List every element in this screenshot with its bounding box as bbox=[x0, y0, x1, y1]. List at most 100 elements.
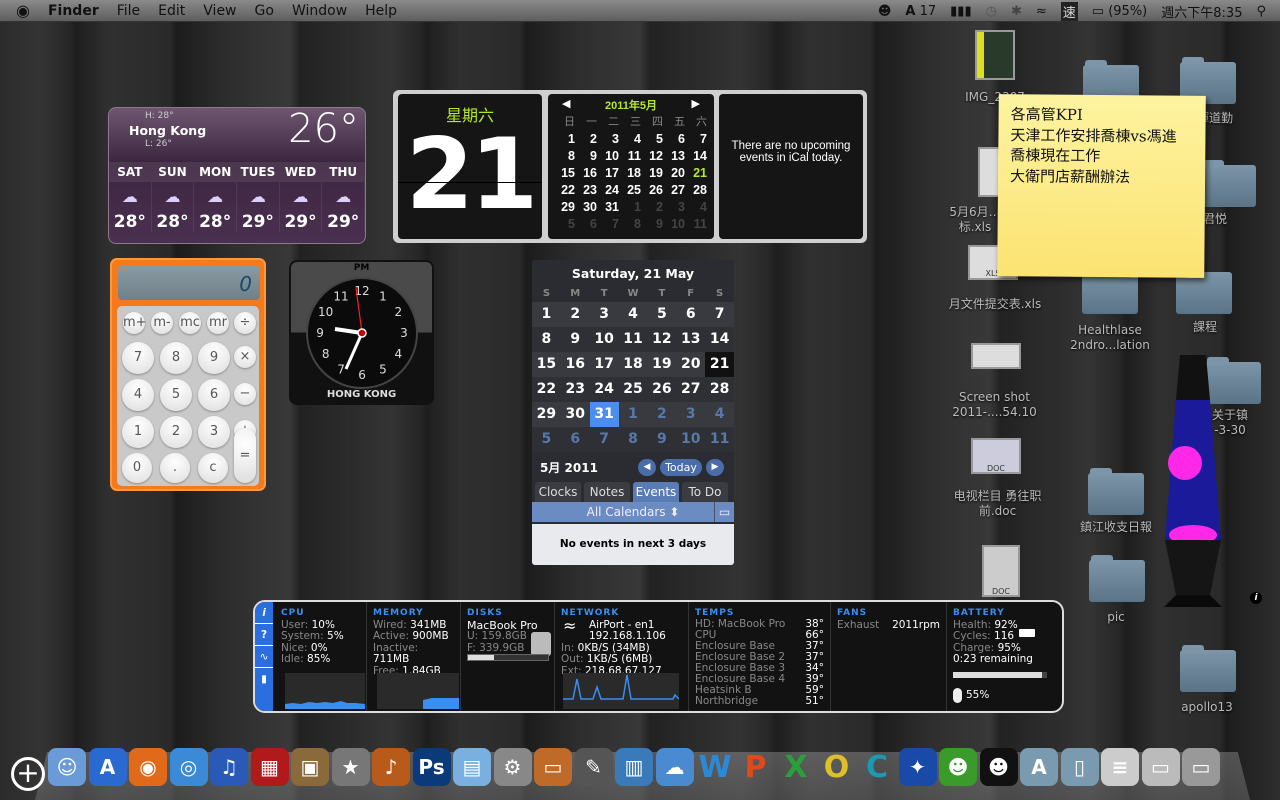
dock-itunes-icon[interactable]: ♫ bbox=[210, 748, 248, 786]
calendar-day[interactable]: 5 bbox=[554, 216, 576, 233]
doc-file-icon[interactable]: DOC bbox=[982, 545, 1020, 597]
calendar-day[interactable]: 21 bbox=[686, 165, 708, 182]
calendar-day[interactable]: 15 bbox=[532, 352, 561, 377]
dock-script-editor-icon[interactable]: ✎ bbox=[574, 748, 613, 786]
calendar-day[interactable]: 24 bbox=[589, 377, 619, 402]
calendar-day[interactable]: 4 bbox=[620, 131, 642, 148]
spotlight-search-icon[interactable]: ⚲ bbox=[1256, 4, 1266, 19]
calendar-day[interactable]: 12 bbox=[647, 327, 677, 352]
info-button[interactable]: i bbox=[255, 602, 273, 624]
calendar-day[interactable]: 4 bbox=[686, 199, 708, 216]
calendar-day[interactable]: 7 bbox=[686, 131, 708, 148]
desktop-icon-label[interactable]: 月文件提交表.xls bbox=[940, 297, 1050, 312]
folder-icon[interactable] bbox=[1200, 160, 1256, 207]
calendar-day[interactable]: 7 bbox=[598, 216, 620, 233]
calendar-day[interactable]: 5 bbox=[532, 427, 561, 452]
dock-powerpoint-icon[interactable]: P bbox=[737, 748, 775, 786]
calendar-day[interactable]: 11 bbox=[618, 327, 648, 352]
calendar-day[interactable]: 10 bbox=[598, 148, 620, 165]
calc-key[interactable]: × bbox=[234, 346, 256, 368]
desktop-icon-label[interactable]: 电视栏目 勇往职前.doc bbox=[945, 489, 1050, 519]
calendar-day[interactable]: 11 bbox=[705, 427, 734, 452]
calendar-day[interactable]: 14 bbox=[686, 148, 708, 165]
calendar-day[interactable]: 27 bbox=[676, 377, 706, 402]
calendar-day[interactable]: 29 bbox=[554, 199, 576, 216]
calendar-day[interactable]: 14 bbox=[705, 327, 734, 352]
calendar-day[interactable]: 22 bbox=[554, 182, 576, 199]
tab-todo[interactable]: To Do bbox=[682, 482, 728, 502]
dock-text-icon[interactable]: ▯ bbox=[1060, 748, 1099, 786]
dock-iphoto-icon[interactable]: ▣ bbox=[291, 748, 329, 786]
calendar-day[interactable]: 8 bbox=[532, 327, 561, 352]
dock-word-window-icon[interactable]: ▭ bbox=[1141, 748, 1180, 786]
calendar-day[interactable]: 1 bbox=[532, 302, 561, 327]
calendar-widget[interactable]: Saturday, 21 May SMTWTFS 1 2 3 4 5 6 7 8 9 10 11 12… bbox=[532, 260, 734, 565]
calendar-day[interactable]: 25 bbox=[618, 377, 648, 402]
menubar-clock[interactable]: 週六下午8:35 bbox=[1161, 2, 1242, 21]
dock-firefox-window-icon[interactable]: ≡ bbox=[1101, 748, 1139, 786]
ical-widget[interactable]: 星期六 21 ◀ 2011年5月 ▶ 日一二三四五六 1 2 3 4 5 6 7 8 9 10 11 1… bbox=[393, 90, 867, 243]
calendar-day[interactable]: 2 bbox=[576, 131, 598, 148]
dock-garageband-icon[interactable]: ♪ bbox=[372, 748, 410, 786]
qq-status-icon[interactable]: ☻ bbox=[878, 4, 892, 19]
calendar-day[interactable]: 1 bbox=[554, 131, 576, 148]
sticky-note-widget[interactable]: 各高管KPI 天津工作安排喬棟vs馮進 喬棟現在工作 大衛門店薪酬辦法 bbox=[997, 94, 1206, 278]
tab-notes[interactable]: Notes bbox=[584, 482, 630, 502]
calendar-day[interactable]: 16 bbox=[560, 352, 590, 377]
calendar-day[interactable]: 19 bbox=[647, 352, 677, 377]
calendar-day[interactable]: 26 bbox=[647, 377, 677, 402]
bluetooth-icon[interactable]: ✱ bbox=[1011, 4, 1022, 19]
calc-key[interactable]: 3 bbox=[198, 416, 230, 448]
time-machine-icon[interactable]: ◷ bbox=[986, 4, 997, 19]
calendar-day[interactable]: 19 bbox=[642, 165, 664, 182]
calendar-day[interactable]: 4 bbox=[618, 302, 648, 327]
dock-adium-icon[interactable]: ✦ bbox=[898, 748, 937, 786]
image-file-icon[interactable] bbox=[975, 30, 1015, 80]
calendar-day[interactable]: 9 bbox=[560, 327, 590, 352]
calendar-day[interactable]: 1 bbox=[618, 402, 648, 427]
desktop-icon-label[interactable]: pic bbox=[1061, 610, 1171, 625]
calc-key[interactable]: mc bbox=[179, 312, 201, 334]
dock-imovie-icon[interactable]: ★ bbox=[331, 748, 370, 786]
widget-info-button[interactable]: i bbox=[1250, 592, 1262, 604]
dock-communicator-icon[interactable]: C bbox=[858, 748, 896, 786]
weather-widget[interactable]: H: 28° Hong Kong L: 26° 26° SAT ☁ 28° SUN ☁ 2… bbox=[108, 107, 366, 244]
calendar-day[interactable]: 10 bbox=[664, 216, 686, 233]
calendar-day[interactable]: 9 bbox=[576, 148, 598, 165]
prev-month-arrow[interactable]: ◀ bbox=[562, 97, 570, 113]
dock-excel-icon[interactable]: X bbox=[777, 748, 815, 786]
folder-icon[interactable] bbox=[1089, 555, 1145, 602]
calendar-day[interactable]: 31 bbox=[589, 402, 619, 427]
calendar-day[interactable]: 2 bbox=[642, 199, 664, 216]
calendar-day[interactable]: 6 bbox=[576, 216, 598, 233]
calc-key[interactable]: 1 bbox=[122, 416, 154, 448]
calc-key[interactable]: 0 bbox=[122, 453, 152, 483]
calendar-prev-button[interactable]: ◀ bbox=[638, 459, 656, 476]
folder-icon[interactable] bbox=[1088, 468, 1144, 515]
dock-trash-icon[interactable]: ▭ bbox=[1182, 748, 1220, 786]
calc-key[interactable]: c bbox=[198, 453, 228, 483]
dock-preview-icon[interactable]: ▤ bbox=[453, 748, 491, 786]
add-widget-button[interactable]: + bbox=[11, 757, 45, 791]
calendar-day[interactable]: 11 bbox=[686, 216, 708, 233]
screenshot-file-icon[interactable] bbox=[971, 343, 1021, 369]
dock-openoffice-icon[interactable]: ☁ bbox=[655, 748, 694, 786]
calc-key[interactable]: ÷ bbox=[234, 312, 256, 334]
desktop-icon-label[interactable]: apollo13 bbox=[1152, 700, 1262, 715]
calendar-day[interactable]: 22 bbox=[532, 377, 561, 402]
calendar-day[interactable]: 25 bbox=[620, 182, 642, 199]
calendar-day[interactable]: 23 bbox=[560, 377, 590, 402]
calendar-day[interactable]: 27 bbox=[664, 182, 686, 199]
adobe-updater-icon[interactable]: A 17 bbox=[905, 4, 936, 19]
tab-clocks[interactable]: Clocks bbox=[535, 482, 581, 502]
menu-view[interactable]: View bbox=[194, 3, 245, 19]
battery-meter-icon[interactable]: ▮▮▮ bbox=[950, 4, 971, 19]
calendar-day[interactable]: 8 bbox=[620, 216, 642, 233]
desktop-icon-label[interactable]: 課程 bbox=[1175, 320, 1235, 335]
dock-front-row-icon[interactable]: ▦ bbox=[250, 748, 289, 786]
desktop-icon-label[interactable]: 鎮江收支日報 bbox=[1061, 520, 1171, 535]
calendar-day[interactable]: 31 bbox=[598, 199, 620, 216]
calendar-day[interactable]: 13 bbox=[676, 327, 706, 352]
menu-window[interactable]: Window bbox=[283, 3, 356, 19]
calendar-day[interactable]: 6 bbox=[664, 131, 686, 148]
